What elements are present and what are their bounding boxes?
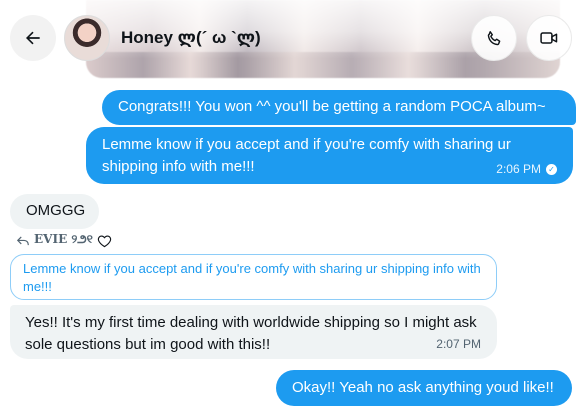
video-call-button[interactable] [526, 15, 572, 61]
message-text: Yes!! It's my first time dealing with wo… [25, 314, 477, 353]
message-timestamp: 2:07 PM [436, 337, 481, 351]
read-check-icon: ✓ [546, 163, 557, 175]
phone-icon [487, 30, 500, 45]
call-button[interactable] [471, 15, 517, 61]
video-camera-icon [540, 32, 558, 44]
contact-name[interactable]: Honey ლ(´ ω `ლ) [121, 28, 261, 48]
message-text: Lemme know if you accept and if you're c… [102, 136, 511, 175]
sent-message[interactable]: Okay!! Yeah no ask anything youd like!! [276, 370, 572, 406]
received-message[interactable]: OMGGG [10, 194, 99, 229]
sent-message[interactable]: Lemme know if you accept and if you're c… [86, 127, 573, 184]
quoted-text: Lemme know if you accept and if you're c… [23, 261, 481, 294]
reply-author: 𝐄𝐕𝐈𝐄 ୨౨୧ [34, 232, 93, 246]
message-text: Okay!! Yeah no ask anything youd like!! [292, 379, 554, 396]
received-message[interactable]: Yes!! It's my first time dealing with wo… [10, 305, 497, 359]
message-text: OMGGG [26, 202, 86, 219]
reply-arrow-icon [16, 236, 29, 245]
avatar[interactable] [64, 15, 110, 61]
reply-indicator: 𝐄𝐕𝐈𝐄 ୨౨୧ [16, 232, 112, 249]
arrow-left-icon [26, 31, 40, 45]
back-button[interactable] [10, 15, 56, 61]
conversation-header: Honey ლ(´ ω `ლ) [0, 0, 576, 80]
heart-icon[interactable] [97, 234, 112, 248]
sent-message[interactable]: Congrats!!! You won ^^ you'll be getting… [102, 90, 576, 125]
message-timestamp: 2:06 PM ✓ [496, 162, 557, 176]
quoted-message[interactable]: Lemme know if you accept and if you're c… [10, 254, 497, 300]
message-text: Congrats!!! You won ^^ you'll be getting… [118, 98, 546, 115]
